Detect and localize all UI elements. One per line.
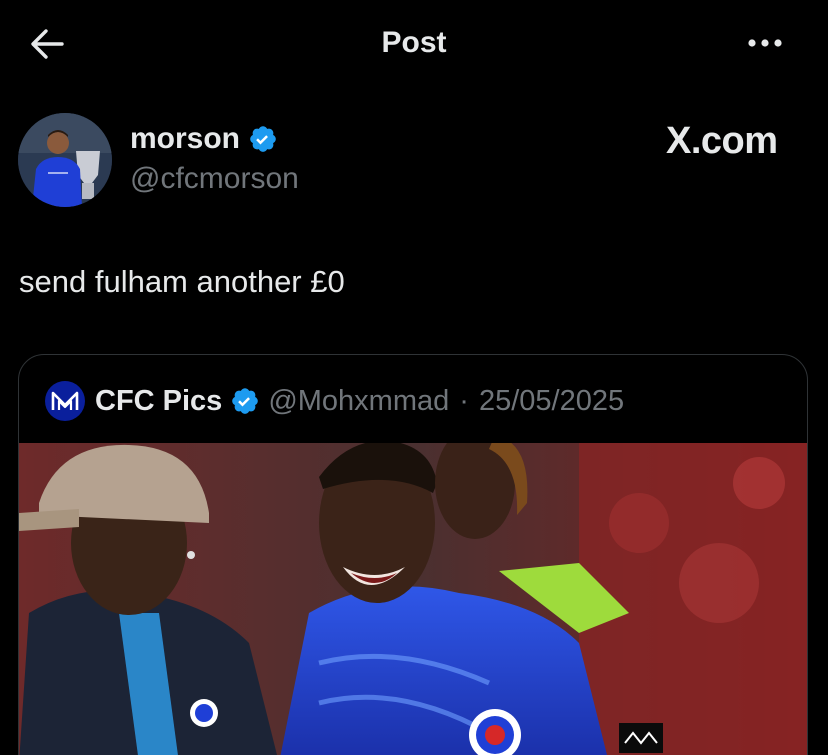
quoted-post-date[interactable]: 25/05/2025 xyxy=(479,385,624,418)
quoted-post-card[interactable]: CFC Pics @Mohxmmad · 25/05/2025 xyxy=(18,354,808,755)
celebration-photo xyxy=(19,443,807,755)
more-options-button[interactable] xyxy=(744,28,788,58)
more-horizontal-icon xyxy=(748,39,782,47)
post-text: send fulham another £0 xyxy=(19,264,345,299)
author-avatar[interactable] xyxy=(18,113,112,207)
quoted-author-handle[interactable]: @Mohxmmad xyxy=(268,385,449,418)
author-display-name[interactable]: morson xyxy=(130,122,240,156)
quoted-author-avatar[interactable] xyxy=(45,381,85,421)
back-arrow-icon xyxy=(31,29,64,59)
quoted-post-header: CFC Pics @Mohxmmad · 25/05/2025 xyxy=(45,381,624,421)
author-handle[interactable]: @cfcmorson xyxy=(130,162,299,196)
page-title: Post xyxy=(381,26,447,59)
x-watermark: X.com xyxy=(666,120,778,163)
post-page: Post morson @cfcmorson X.com send fulham… xyxy=(0,0,828,755)
m-logo-icon xyxy=(51,391,79,410)
avatar-image xyxy=(18,113,112,207)
back-button[interactable] xyxy=(26,24,70,64)
verified-badge-icon xyxy=(250,126,276,152)
quoted-post-image[interactable] xyxy=(19,443,807,755)
top-bar: Post xyxy=(0,0,828,90)
quoted-author-name[interactable]: CFC Pics xyxy=(95,385,222,418)
header-separator: · xyxy=(459,384,469,417)
verified-badge-icon xyxy=(232,388,259,414)
watermark-text: X.com xyxy=(666,120,778,162)
author-name-row[interactable]: morson xyxy=(130,122,278,156)
